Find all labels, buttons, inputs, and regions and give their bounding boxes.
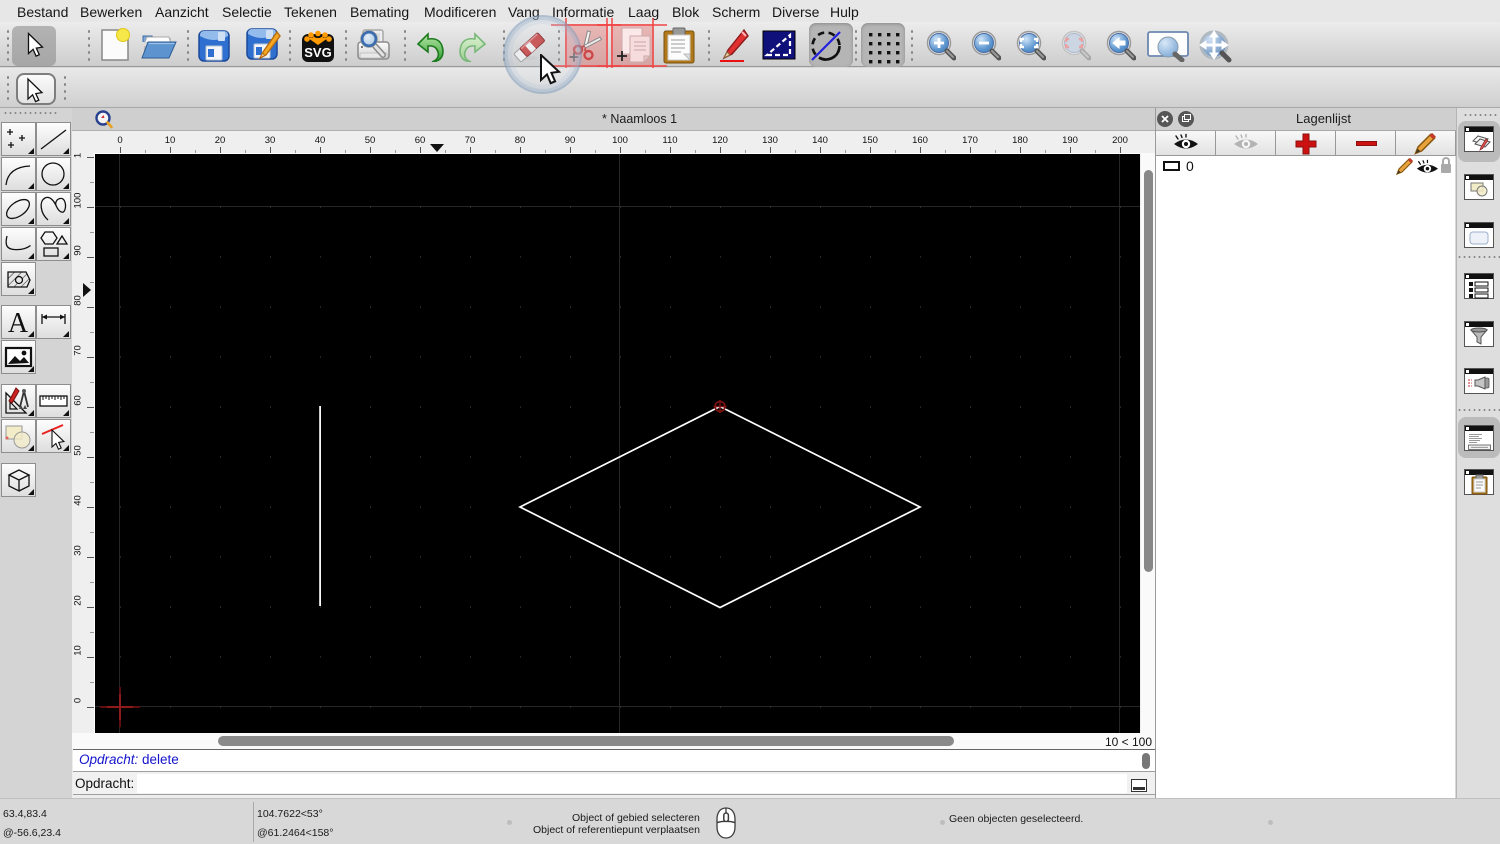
svg-text:SVG: SVG bbox=[304, 45, 331, 60]
svg-text:A: A bbox=[8, 308, 29, 338]
